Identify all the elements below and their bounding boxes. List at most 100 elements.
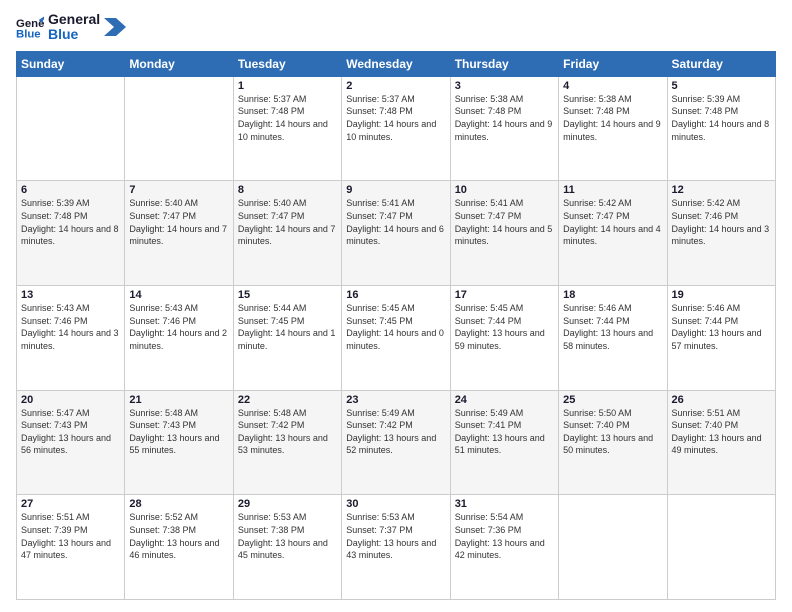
calendar-cell-2-6: 11Sunrise: 5:42 AM Sunset: 7:47 PM Dayli… xyxy=(559,181,667,286)
day-info: Sunrise: 5:42 AM Sunset: 7:47 PM Dayligh… xyxy=(563,197,662,247)
day-number: 14 xyxy=(129,289,228,301)
day-number: 19 xyxy=(672,289,771,301)
day-number: 24 xyxy=(455,394,554,406)
day-info: Sunrise: 5:45 AM Sunset: 7:45 PM Dayligh… xyxy=(346,302,445,352)
day-info: Sunrise: 5:54 AM Sunset: 7:36 PM Dayligh… xyxy=(455,511,554,561)
calendar-cell-1-3: 1Sunrise: 5:37 AM Sunset: 7:48 PM Daylig… xyxy=(233,76,341,181)
day-number: 17 xyxy=(455,289,554,301)
day-info: Sunrise: 5:46 AM Sunset: 7:44 PM Dayligh… xyxy=(563,302,662,352)
calendar-cell-3-1: 13Sunrise: 5:43 AM Sunset: 7:46 PM Dayli… xyxy=(17,286,125,391)
day-info: Sunrise: 5:40 AM Sunset: 7:47 PM Dayligh… xyxy=(129,197,228,247)
calendar-cell-2-5: 10Sunrise: 5:41 AM Sunset: 7:47 PM Dayli… xyxy=(450,181,558,286)
calendar-cell-3-2: 14Sunrise: 5:43 AM Sunset: 7:46 PM Dayli… xyxy=(125,286,233,391)
calendar-cell-3-5: 17Sunrise: 5:45 AM Sunset: 7:44 PM Dayli… xyxy=(450,286,558,391)
calendar-cell-3-3: 15Sunrise: 5:44 AM Sunset: 7:45 PM Dayli… xyxy=(233,286,341,391)
calendar-cell-3-7: 19Sunrise: 5:46 AM Sunset: 7:44 PM Dayli… xyxy=(667,286,775,391)
logo-blue: Blue xyxy=(48,27,100,42)
day-number: 26 xyxy=(672,394,771,406)
calendar-cell-5-2: 28Sunrise: 5:52 AM Sunset: 7:38 PM Dayli… xyxy=(125,495,233,600)
day-info: Sunrise: 5:48 AM Sunset: 7:43 PM Dayligh… xyxy=(129,407,228,457)
dow-header-sunday: Sunday xyxy=(17,51,125,76)
svg-text:Blue: Blue xyxy=(16,29,41,41)
day-info: Sunrise: 5:49 AM Sunset: 7:41 PM Dayligh… xyxy=(455,407,554,457)
day-number: 13 xyxy=(21,289,120,301)
day-number: 29 xyxy=(238,498,337,510)
day-number: 5 xyxy=(672,80,771,92)
calendar-cell-1-7: 5Sunrise: 5:39 AM Sunset: 7:48 PM Daylig… xyxy=(667,76,775,181)
day-number: 12 xyxy=(672,184,771,196)
day-info: Sunrise: 5:46 AM Sunset: 7:44 PM Dayligh… xyxy=(672,302,771,352)
calendar-cell-2-4: 9Sunrise: 5:41 AM Sunset: 7:47 PM Daylig… xyxy=(342,181,450,286)
calendar-cell-5-3: 29Sunrise: 5:53 AM Sunset: 7:38 PM Dayli… xyxy=(233,495,341,600)
day-info: Sunrise: 5:38 AM Sunset: 7:48 PM Dayligh… xyxy=(563,93,662,143)
day-number: 20 xyxy=(21,394,120,406)
day-number: 4 xyxy=(563,80,662,92)
day-number: 27 xyxy=(21,498,120,510)
calendar-cell-1-1 xyxy=(17,76,125,181)
day-number: 11 xyxy=(563,184,662,196)
calendar-table: SundayMondayTuesdayWednesdayThursdayFrid… xyxy=(16,51,776,600)
logo-general: General xyxy=(48,12,100,27)
day-number: 9 xyxy=(346,184,445,196)
day-number: 2 xyxy=(346,80,445,92)
calendar-cell-4-7: 26Sunrise: 5:51 AM Sunset: 7:40 PM Dayli… xyxy=(667,390,775,495)
day-info: Sunrise: 5:50 AM Sunset: 7:40 PM Dayligh… xyxy=(563,407,662,457)
day-info: Sunrise: 5:45 AM Sunset: 7:44 PM Dayligh… xyxy=(455,302,554,352)
day-number: 16 xyxy=(346,289,445,301)
day-number: 10 xyxy=(455,184,554,196)
day-info: Sunrise: 5:53 AM Sunset: 7:37 PM Dayligh… xyxy=(346,511,445,561)
dow-header-wednesday: Wednesday xyxy=(342,51,450,76)
calendar-cell-5-5: 31Sunrise: 5:54 AM Sunset: 7:36 PM Dayli… xyxy=(450,495,558,600)
day-info: Sunrise: 5:37 AM Sunset: 7:48 PM Dayligh… xyxy=(238,93,337,143)
calendar-cell-1-4: 2Sunrise: 5:37 AM Sunset: 7:48 PM Daylig… xyxy=(342,76,450,181)
day-number: 15 xyxy=(238,289,337,301)
day-number: 22 xyxy=(238,394,337,406)
day-info: Sunrise: 5:39 AM Sunset: 7:48 PM Dayligh… xyxy=(672,93,771,143)
day-info: Sunrise: 5:51 AM Sunset: 7:39 PM Dayligh… xyxy=(21,511,120,561)
calendar-cell-5-4: 30Sunrise: 5:53 AM Sunset: 7:37 PM Dayli… xyxy=(342,495,450,600)
day-info: Sunrise: 5:39 AM Sunset: 7:48 PM Dayligh… xyxy=(21,197,120,247)
day-info: Sunrise: 5:37 AM Sunset: 7:48 PM Dayligh… xyxy=(346,93,445,143)
calendar-cell-1-5: 3Sunrise: 5:38 AM Sunset: 7:48 PM Daylig… xyxy=(450,76,558,181)
day-info: Sunrise: 5:40 AM Sunset: 7:47 PM Dayligh… xyxy=(238,197,337,247)
day-info: Sunrise: 5:43 AM Sunset: 7:46 PM Dayligh… xyxy=(129,302,228,352)
day-number: 3 xyxy=(455,80,554,92)
calendar-cell-3-4: 16Sunrise: 5:45 AM Sunset: 7:45 PM Dayli… xyxy=(342,286,450,391)
day-info: Sunrise: 5:49 AM Sunset: 7:42 PM Dayligh… xyxy=(346,407,445,457)
day-info: Sunrise: 5:38 AM Sunset: 7:48 PM Dayligh… xyxy=(455,93,554,143)
calendar-cell-5-1: 27Sunrise: 5:51 AM Sunset: 7:39 PM Dayli… xyxy=(17,495,125,600)
day-number: 28 xyxy=(129,498,228,510)
calendar-cell-5-6 xyxy=(559,495,667,600)
day-number: 30 xyxy=(346,498,445,510)
dow-header-saturday: Saturday xyxy=(667,51,775,76)
day-number: 1 xyxy=(238,80,337,92)
day-number: 7 xyxy=(129,184,228,196)
day-number: 8 xyxy=(238,184,337,196)
day-info: Sunrise: 5:43 AM Sunset: 7:46 PM Dayligh… xyxy=(21,302,120,352)
day-number: 21 xyxy=(129,394,228,406)
calendar-cell-1-2 xyxy=(125,76,233,181)
day-number: 25 xyxy=(563,394,662,406)
logo: General Blue General Blue xyxy=(16,12,126,43)
day-info: Sunrise: 5:53 AM Sunset: 7:38 PM Dayligh… xyxy=(238,511,337,561)
day-number: 31 xyxy=(455,498,554,510)
calendar-cell-4-5: 24Sunrise: 5:49 AM Sunset: 7:41 PM Dayli… xyxy=(450,390,558,495)
calendar-cell-4-3: 22Sunrise: 5:48 AM Sunset: 7:42 PM Dayli… xyxy=(233,390,341,495)
dow-header-friday: Friday xyxy=(559,51,667,76)
day-number: 23 xyxy=(346,394,445,406)
calendar-cell-2-1: 6Sunrise: 5:39 AM Sunset: 7:48 PM Daylig… xyxy=(17,181,125,286)
day-info: Sunrise: 5:47 AM Sunset: 7:43 PM Dayligh… xyxy=(21,407,120,457)
dow-header-monday: Monday xyxy=(125,51,233,76)
calendar-cell-5-7 xyxy=(667,495,775,600)
day-info: Sunrise: 5:48 AM Sunset: 7:42 PM Dayligh… xyxy=(238,407,337,457)
logo-icon: General Blue xyxy=(16,13,44,41)
logo-arrow-icon xyxy=(104,18,126,36)
calendar-cell-2-7: 12Sunrise: 5:42 AM Sunset: 7:46 PM Dayli… xyxy=(667,181,775,286)
calendar-cell-4-1: 20Sunrise: 5:47 AM Sunset: 7:43 PM Dayli… xyxy=(17,390,125,495)
dow-header-tuesday: Tuesday xyxy=(233,51,341,76)
day-info: Sunrise: 5:41 AM Sunset: 7:47 PM Dayligh… xyxy=(346,197,445,247)
day-info: Sunrise: 5:52 AM Sunset: 7:38 PM Dayligh… xyxy=(129,511,228,561)
dow-header-thursday: Thursday xyxy=(450,51,558,76)
calendar-cell-1-6: 4Sunrise: 5:38 AM Sunset: 7:48 PM Daylig… xyxy=(559,76,667,181)
day-number: 6 xyxy=(21,184,120,196)
